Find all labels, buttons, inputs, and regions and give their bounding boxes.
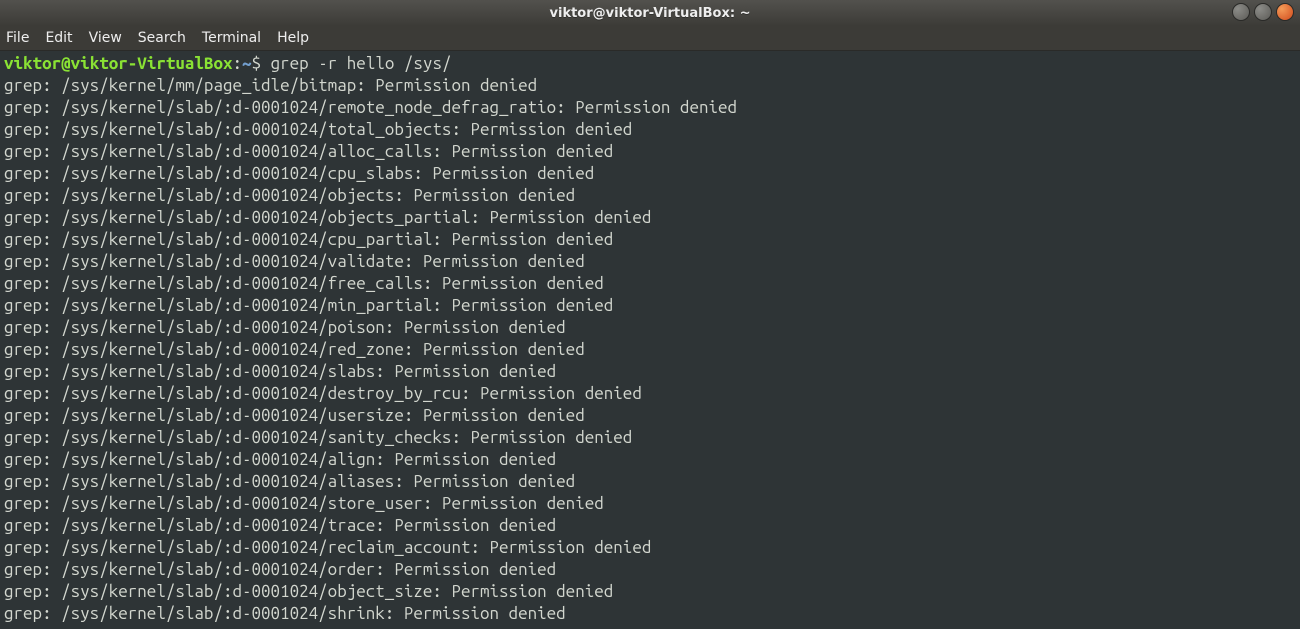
output-line: grep: /sys/kernel/slab/:d-0001024/alloc_…: [4, 141, 1296, 163]
prompt-at: @: [61, 54, 71, 73]
minimize-button[interactable]: [1232, 3, 1250, 21]
prompt-user: viktor: [4, 54, 61, 73]
output-line: grep: /sys/kernel/slab/:d-0001024/object…: [4, 185, 1296, 207]
prompt-path: ~: [242, 54, 252, 73]
window-buttons: [1232, 3, 1294, 21]
prompt-host: viktor-VirtualBox: [71, 54, 233, 73]
output-line: grep: /sys/kernel/slab/:d-0001024/destro…: [4, 383, 1296, 405]
command-text: grep -r hello /sys/: [261, 54, 451, 73]
output-line: grep: /sys/kernel/slab/:d-0001024/free_c…: [4, 273, 1296, 295]
output-line: grep: /sys/kernel/slab/:d-0001024/cpu_pa…: [4, 229, 1296, 251]
menu-search[interactable]: Search: [138, 30, 186, 46]
menu-edit[interactable]: Edit: [45, 30, 72, 46]
output-line: grep: /sys/kernel/slab/:d-0001024/store_…: [4, 493, 1296, 515]
output-line: grep: /sys/kernel/slab/:d-0001024/object…: [4, 581, 1296, 603]
output-line: grep: /sys/kernel/slab/:d-0001024/reclai…: [4, 537, 1296, 559]
output-line: grep: /sys/kernel/slab/:d-0001024/total_…: [4, 119, 1296, 141]
window-title: viktor@viktor-VirtualBox: ~: [550, 6, 751, 21]
output-line: grep: /sys/kernel/slab/:d-0001024/object…: [4, 207, 1296, 229]
output-line: grep: /sys/kernel/slab/:d-0001024/trace:…: [4, 515, 1296, 537]
output-line: grep: /sys/kernel/slab/:d-0001024/order:…: [4, 559, 1296, 581]
menubar: File Edit View Search Terminal Help: [0, 26, 1300, 51]
menu-file[interactable]: File: [6, 30, 29, 46]
prompt-line: viktor@viktor-VirtualBox:~$ grep -r hell…: [4, 53, 1296, 75]
terminal-window: viktor@viktor-VirtualBox: ~ File Edit Vi…: [0, 0, 1300, 629]
output-line: grep: /sys/kernel/slab/:d-0001024/valida…: [4, 251, 1296, 273]
menu-help[interactable]: Help: [277, 30, 309, 46]
output-lines: grep: /sys/kernel/mm/page_idle/bitmap: P…: [4, 75, 1296, 625]
terminal-output[interactable]: viktor@viktor-VirtualBox:~$ grep -r hell…: [0, 51, 1300, 629]
prompt-colon: :: [233, 54, 243, 73]
output-line: grep: /sys/kernel/slab/:d-0001024/aliase…: [4, 471, 1296, 493]
output-line: grep: /sys/kernel/slab/:d-0001024/poison…: [4, 317, 1296, 339]
output-line: grep: /sys/kernel/slab/:d-0001024/sanity…: [4, 427, 1296, 449]
output-line: grep: /sys/kernel/slab/:d-0001024/red_zo…: [4, 339, 1296, 361]
output-line: grep: /sys/kernel/slab/:d-0001024/cpu_sl…: [4, 163, 1296, 185]
close-button[interactable]: [1276, 3, 1294, 21]
output-line: grep: /sys/kernel/slab/:d-0001024/min_pa…: [4, 295, 1296, 317]
prompt-dollar: $: [252, 54, 262, 73]
output-line: grep: /sys/kernel/slab/:d-0001024/align:…: [4, 449, 1296, 471]
output-line: grep: /sys/kernel/slab/:d-0001024/shrink…: [4, 603, 1296, 625]
output-line: grep: /sys/kernel/slab/:d-0001024/slabs:…: [4, 361, 1296, 383]
maximize-button[interactable]: [1254, 3, 1272, 21]
output-line: grep: /sys/kernel/slab/:d-0001024/remote…: [4, 97, 1296, 119]
menu-terminal[interactable]: Terminal: [202, 30, 261, 46]
output-line: grep: /sys/kernel/mm/page_idle/bitmap: P…: [4, 75, 1296, 97]
menu-view[interactable]: View: [89, 30, 122, 46]
titlebar[interactable]: viktor@viktor-VirtualBox: ~: [0, 0, 1300, 26]
output-line: grep: /sys/kernel/slab/:d-0001024/usersi…: [4, 405, 1296, 427]
